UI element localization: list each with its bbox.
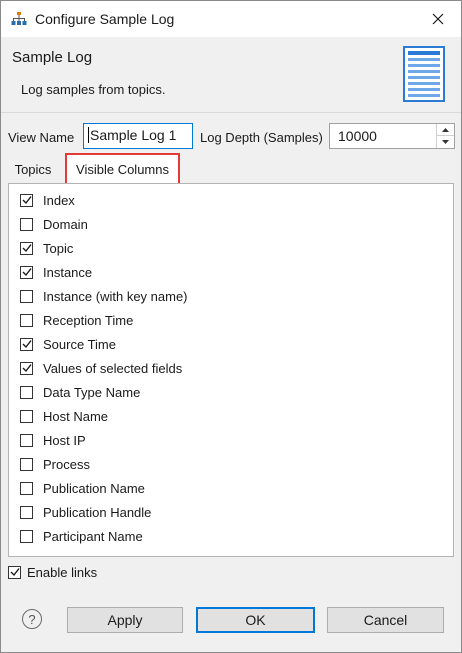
column-checkbox[interactable] <box>20 361 33 375</box>
spin-down-button[interactable] <box>437 136 454 148</box>
header-title: Sample Log <box>12 49 93 66</box>
column-checkbox[interactable] <box>20 529 33 543</box>
column-label: Publication Handle <box>43 504 152 520</box>
column-label: Participant Name <box>43 528 143 544</box>
column-label: Domain <box>43 216 88 232</box>
close-button[interactable] <box>415 1 461 37</box>
apply-button[interactable]: Apply <box>67 607 183 633</box>
column-checkbox[interactable] <box>20 409 33 423</box>
column-label: Index <box>43 192 75 208</box>
check-icon <box>22 196 32 205</box>
window-title: Configure Sample Log <box>35 11 175 27</box>
column-option[interactable]: Source Time <box>9 332 453 356</box>
column-checkbox[interactable] <box>20 217 33 231</box>
tab-topics[interactable]: Topics <box>7 156 59 182</box>
dialog-footer: ? Apply OK Cancel <box>1 593 461 652</box>
column-option[interactable]: Host Name <box>9 404 453 428</box>
column-option[interactable]: Instance <box>9 260 453 284</box>
dialog-body: View Name Sample Log 1 Log Depth (Sample… <box>1 113 461 593</box>
check-icon <box>10 568 20 577</box>
configure-sample-log-dialog: Configure Sample Log Sample Log Log samp… <box>0 0 462 653</box>
title-bar: Configure Sample Log <box>1 1 461 37</box>
triangle-down-icon <box>442 140 449 144</box>
ok-button[interactable]: OK <box>196 607 315 633</box>
spinner-buttons <box>436 124 454 148</box>
column-option[interactable]: Publication Name <box>9 476 453 500</box>
column-checkbox[interactable] <box>20 289 33 303</box>
view-name-value: Sample Log 1 <box>90 127 177 143</box>
dialog-header: Sample Log Log samples from topics. <box>1 37 461 113</box>
column-option[interactable]: Host IP <box>9 428 453 452</box>
text-caret <box>88 127 89 143</box>
column-label: Instance <box>43 264 93 280</box>
column-label: Reception Time <box>43 312 134 328</box>
view-name-input[interactable]: Sample Log 1 <box>83 123 193 149</box>
column-option[interactable]: Data Type Name <box>9 380 453 404</box>
column-option[interactable]: Instance (with key name) <box>9 284 453 308</box>
tab-visible-columns[interactable]: Visible Columns <box>65 153 180 184</box>
column-label: Source Time <box>43 336 116 352</box>
column-option[interactable]: Topic <box>9 236 453 260</box>
column-checkbox[interactable] <box>20 385 33 399</box>
column-checkbox[interactable] <box>20 265 33 279</box>
check-icon <box>22 364 32 373</box>
column-option[interactable]: Reception Time <box>9 308 453 332</box>
enable-links-option[interactable]: Enable links <box>8 562 97 582</box>
column-checkbox[interactable] <box>20 193 33 207</box>
column-option[interactable]: Publication Handle <box>9 500 453 524</box>
column-option[interactable]: Participant Name <box>9 524 453 548</box>
column-option[interactable]: Values of selected fields <box>9 356 453 380</box>
log-depth-value: 10000 <box>338 128 377 144</box>
column-label: Host Name <box>43 408 109 424</box>
enable-links-label: Enable links <box>27 564 98 580</box>
cancel-button[interactable]: Cancel <box>327 607 444 633</box>
column-checkbox[interactable] <box>20 241 33 255</box>
visible-columns-panel: Index Domain Topic Instance Instance (with k… <box>8 183 454 557</box>
spin-up-button[interactable] <box>437 124 454 136</box>
help-icon[interactable]: ? <box>22 609 42 629</box>
column-list: Index Domain Topic Instance Instance (with k… <box>9 188 453 548</box>
column-label: Instance (with key name) <box>43 288 188 304</box>
column-checkbox[interactable] <box>20 457 33 471</box>
column-checkbox[interactable] <box>20 313 33 327</box>
triangle-up-icon <box>442 127 449 132</box>
header-description: Log samples from topics. <box>21 82 166 97</box>
column-checkbox[interactable] <box>20 505 33 519</box>
log-depth-spinner[interactable]: 10000 <box>329 123 455 149</box>
close-icon[interactable] <box>432 13 444 25</box>
column-option[interactable]: Process <box>9 452 453 476</box>
check-icon <box>22 268 32 277</box>
column-option[interactable]: Domain <box>9 212 453 236</box>
column-label: Process <box>43 456 90 472</box>
column-option[interactable]: Index <box>9 188 453 212</box>
column-checkbox[interactable] <box>20 433 33 447</box>
log-depth-label: Log Depth (Samples) <box>200 130 323 145</box>
enable-links-checkbox[interactable] <box>8 565 21 579</box>
column-label: Data Type Name <box>43 384 141 400</box>
check-icon <box>22 340 32 349</box>
column-checkbox[interactable] <box>20 337 33 351</box>
column-label: Host IP <box>43 432 86 448</box>
view-name-label: View Name <box>8 130 75 145</box>
column-label: Values of selected fields <box>43 360 183 376</box>
column-checkbox[interactable] <box>20 481 33 495</box>
check-icon <box>22 244 32 253</box>
hierarchy-icon <box>11 11 27 27</box>
document-list-icon <box>403 46 445 102</box>
column-label: Publication Name <box>43 480 145 496</box>
column-label: Topic <box>43 240 74 256</box>
